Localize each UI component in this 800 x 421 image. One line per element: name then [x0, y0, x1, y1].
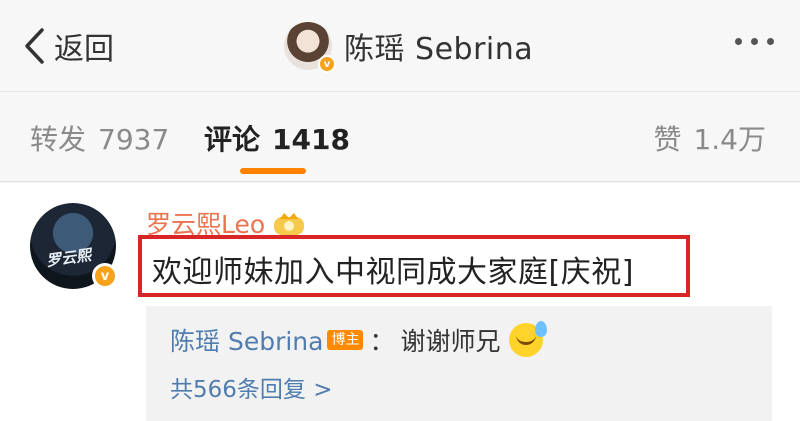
avatar-caption: 罗云熙 [45, 245, 93, 271]
active-tab-indicator [240, 168, 306, 174]
dot [767, 38, 774, 45]
avatar[interactable]: v [284, 22, 336, 73]
reply-username[interactable]: 陈瑶 Sebrina [170, 322, 323, 358]
highlight-box: 欢迎师妹加入中视同成大家庭[庆祝] [138, 235, 690, 297]
reply-item: 陈瑶 Sebrina 博主 ： 谢谢师兄 [170, 321, 547, 358]
back-button[interactable]: 返回 [22, 24, 114, 68]
nav-bar: 返回 v 陈瑶 Sebrina [0, 0, 800, 92]
tab-count: 7937 [98, 123, 170, 156]
tab-label: 评论 [204, 123, 261, 156]
view-all-replies-link[interactable]: 共566条回复 > [170, 370, 332, 404]
dot [751, 38, 758, 45]
chevron-left-icon [25, 28, 44, 64]
author-badge: 博主 [327, 330, 364, 350]
reply-preview[interactable]: 陈瑶 Sebrina 博主 ： 谢谢师兄 共566条回复 > [146, 306, 772, 421]
more-dots-icon[interactable] [735, 38, 774, 45]
tab-likes[interactable]: 赞 1.4万 [653, 118, 766, 158]
reply-text: 谢谢师兄 [400, 327, 501, 356]
tab-comments[interactable]: 评论 1418 [204, 118, 350, 158]
tab-count: 1.4万 [693, 123, 766, 156]
tab-count: 1418 [272, 123, 350, 156]
verified-badge: v [92, 263, 118, 289]
page-title: 陈瑶 Sebrina [344, 32, 534, 67]
avatar[interactable]: 罗云熙 v [30, 203, 118, 289]
comment-list: 罗云熙 v 罗云熙Leo 欢迎师妹加入中视同成大家庭[庆祝] 陈瑶 Sebrin… [0, 183, 800, 421]
crown-icon [274, 213, 305, 235]
verified-badge: v [318, 55, 336, 73]
dot [735, 38, 742, 45]
reply-separator: ： [369, 327, 395, 356]
tab-label: 转发 [30, 123, 87, 156]
tab-bar: 转发 7937 评论 1418 赞 1.4万 [0, 92, 800, 182]
back-label: 返回 [54, 32, 114, 67]
tab-label: 赞 [653, 123, 682, 156]
comment-text: 欢迎师妹加入中视同成大家庭[庆祝] [152, 255, 634, 290]
tab-repost[interactable]: 转发 7937 [30, 118, 169, 158]
laughing-tears-emoji-icon [508, 321, 547, 357]
title-area[interactable]: v 陈瑶 Sebrina [284, 22, 534, 73]
